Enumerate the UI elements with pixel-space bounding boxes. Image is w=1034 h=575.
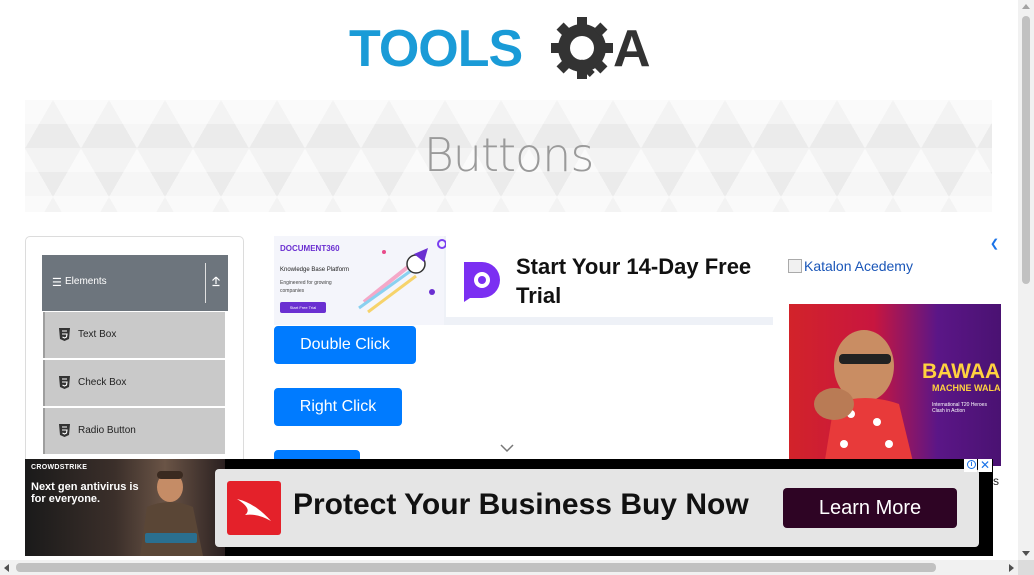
- ad-free-trial-button[interactable]: Start Free Trial: [280, 302, 326, 313]
- sidebar-item-text-box[interactable]: Text Box: [43, 312, 225, 358]
- person-illustration: [814, 330, 914, 466]
- horizontal-scrollbar[interactable]: [0, 560, 1018, 575]
- crowdstrike-logo-icon: [227, 481, 281, 535]
- sidebar: ☰ Elements Text Box Check Box Radio Butt…: [25, 236, 244, 496]
- ad-right-panel[interactable]: ❮ Katalon Acedemy BAWAAL MACHNE WALA Int…: [773, 236, 1001, 466]
- horizontal-scroll-thumb[interactable]: [16, 563, 936, 572]
- ad-document360[interactable]: DOCUMENT360 Knowledge Base Platform Engi…: [274, 236, 773, 325]
- scroll-left-icon[interactable]: [4, 564, 9, 572]
- close-icon[interactable]: ✕: [978, 459, 992, 472]
- document360-logo-icon: [464, 262, 500, 302]
- partial-text: s: [993, 474, 999, 488]
- ad-trial-panel[interactable]: Start Your 14-Day Free Trial: [446, 236, 773, 317]
- ad-kb-text: Knowledge Base Platform: [280, 267, 350, 273]
- page-banner: Buttons: [25, 100, 992, 212]
- ad-ipl-headline: BAWAAL: [922, 360, 1001, 383]
- ad-close-icon[interactable]: ❮: [989, 237, 1000, 251]
- ad-crowdstrike-banner[interactable]: CROWDSTRIKE Next gen antivirus is for ev…: [25, 459, 993, 556]
- person-illustration: [140, 471, 203, 556]
- chevron-down-icon[interactable]: [499, 443, 515, 453]
- vertical-scrollbar[interactable]: [1018, 0, 1034, 560]
- ad-brand: CROWDSTRIKE: [31, 464, 88, 471]
- sidebar-item-check-box[interactable]: Check Box: [43, 360, 225, 406]
- rocket-illustration: [358, 248, 435, 314]
- vertical-scroll-thumb[interactable]: [1022, 16, 1030, 284]
- info-icon[interactable]: i: [964, 459, 977, 472]
- gear-icon: [551, 17, 613, 79]
- scrollbar-corner: [1018, 560, 1034, 575]
- html5-icon: [59, 328, 70, 341]
- sidebar-item-label: Check Box: [78, 377, 127, 388]
- right-click-button[interactable]: Right Click Me: [274, 388, 402, 451]
- scroll-right-icon[interactable]: [1009, 564, 1014, 572]
- sidebar-group-elements[interactable]: ☰ Elements: [42, 255, 228, 311]
- html5-icon: [59, 424, 70, 437]
- page: TOOLS A Buttons ☰ Elements Text Box Chec…: [0, 0, 1034, 575]
- hamburger-icon: ☰: [52, 277, 62, 289]
- toolsqa-logo[interactable]: TOOLS A: [349, 16, 671, 90]
- html5-icon: [59, 376, 70, 389]
- broken-image-icon: [788, 259, 802, 273]
- ad-ipl-image[interactable]: BAWAAL MACHNE WALA International T20 Her…: [789, 304, 1001, 466]
- scroll-down-icon[interactable]: [1022, 551, 1030, 556]
- ad-headline: Protect Your Business Buy Now: [293, 488, 749, 521]
- katalon-broken-image[interactable]: Katalon Acedemy: [788, 258, 913, 274]
- ad-ipl-line: International T20 Heroes Clash in Action: [932, 402, 987, 414]
- image-alt-text: Katalon Acedemy: [804, 258, 913, 274]
- scroll-up-icon[interactable]: [1022, 4, 1030, 9]
- page-title: Buttons: [423, 128, 595, 182]
- learn-more-button[interactable]: Learn More: [783, 488, 957, 528]
- double-click-button[interactable]: Double Click Me: [274, 326, 416, 389]
- divider: [205, 263, 206, 303]
- sidebar-group-label: Elements: [65, 276, 107, 287]
- ad-brand: DOCUMENT360: [280, 244, 340, 253]
- sidebar-item-radio-button[interactable]: Radio Button: [43, 408, 225, 454]
- ad-doc360-panel[interactable]: DOCUMENT360 Knowledge Base Platform Engi…: [274, 236, 444, 325]
- sidebar-item-label: Text Box: [78, 329, 117, 340]
- ad-main-bar[interactable]: Protect Your Business Buy Now Learn More: [215, 469, 979, 547]
- logo-tools-text: TOOLS: [349, 20, 522, 78]
- ad-ipl-sub: MACHNE WALA: [932, 383, 1001, 393]
- ad-crowdstrike-image[interactable]: CROWDSTRIKE Next gen antivirus is for ev…: [25, 459, 225, 556]
- collapse-up-icon[interactable]: [211, 275, 221, 287]
- ad-trial-text: Start Your 14-Day Free Trial: [516, 254, 752, 308]
- ad-engineered-text: Engineered for growing companies: [280, 280, 332, 294]
- sidebar-item-label: Radio Button: [78, 425, 136, 436]
- logo-qa-text: A: [613, 20, 651, 78]
